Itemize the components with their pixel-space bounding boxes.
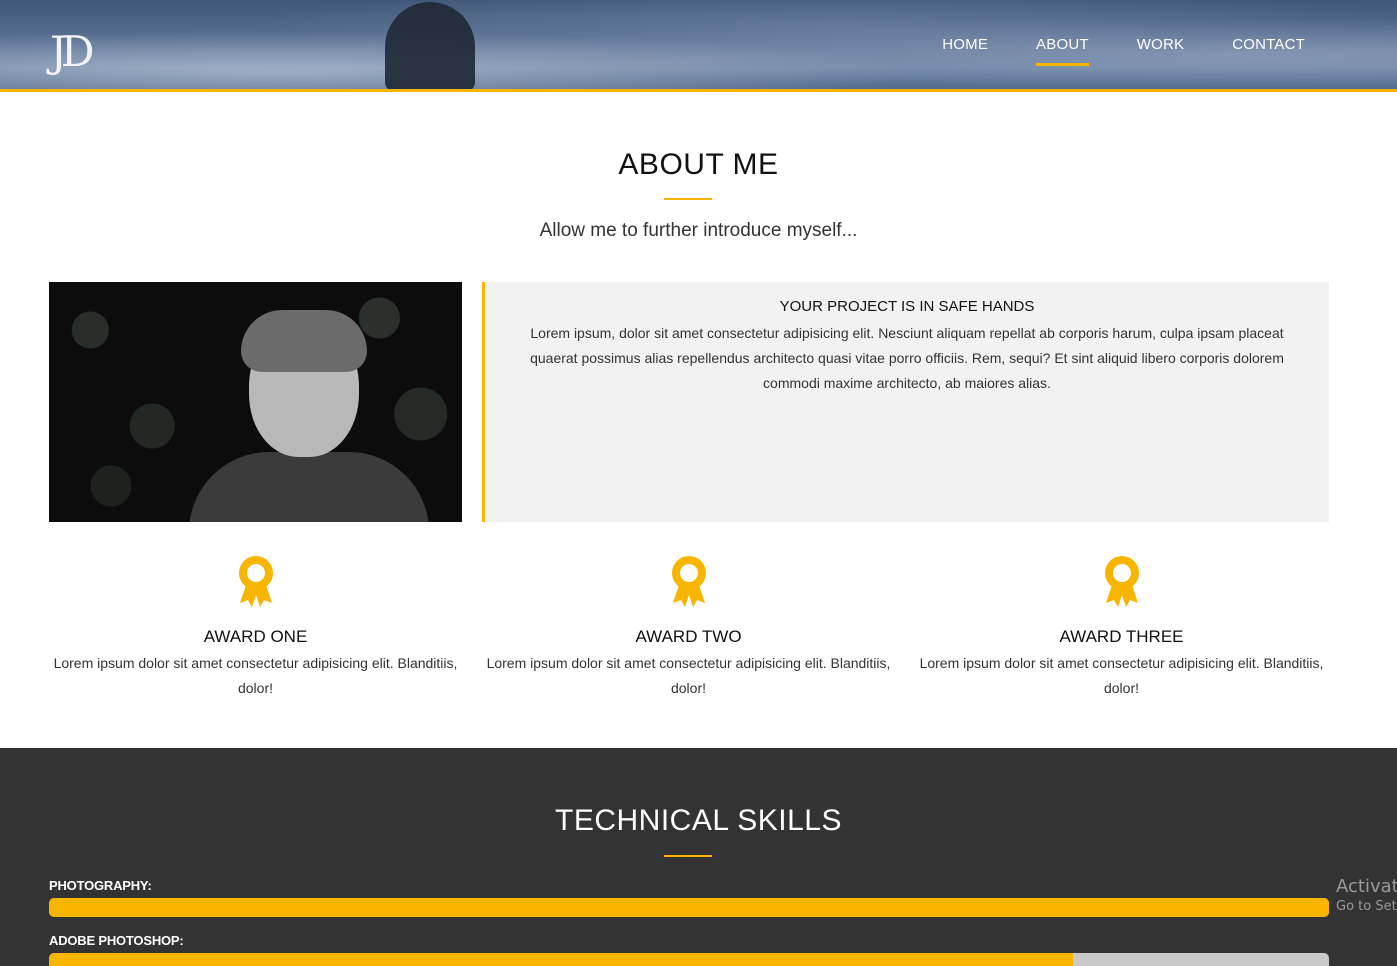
- about-title-underline: [664, 198, 712, 200]
- watermark-line-2: Go to Set: [1336, 899, 1397, 914]
- site-header: JD HOME ABOUT WORK CONTACT: [0, 0, 1397, 92]
- skill-label-photography: PHOTOGRAPHY:: [49, 878, 152, 893]
- award-one-title: AWARD ONE: [203, 627, 308, 646]
- award-two-title: AWARD TWO: [635, 627, 742, 646]
- windows-activation-watermark: Activat Go to Set: [1336, 876, 1397, 914]
- award-three-text: Lorem ipsum dolor sit amet consectetur a…: [919, 655, 1324, 696]
- profile-photo: [49, 282, 462, 522]
- award-one-text: Lorem ipsum dolor sit amet consectetur a…: [53, 655, 458, 696]
- header-person-silhouette: [385, 2, 475, 89]
- award-ribbon-icon: [1104, 556, 1139, 607]
- award-three: AWARD THREE Lorem ipsum dolor sit amet c…: [915, 555, 1328, 701]
- site-logo[interactable]: JD: [50, 26, 120, 78]
- skill-fill-photoshop: [49, 953, 1073, 966]
- nav-home[interactable]: HOME: [942, 30, 988, 66]
- award-ribbon-icon: [671, 556, 706, 607]
- about-title: ABOUT ME: [618, 148, 779, 181]
- skill-label-photoshop: ADOBE PHOTOSHOP:: [49, 933, 184, 948]
- photo-hair: [241, 310, 367, 372]
- about-card-text: Lorem ipsum, dolor sit amet consectetur …: [530, 325, 1284, 391]
- nav-contact[interactable]: CONTACT: [1232, 30, 1305, 66]
- about-card-title: YOUR PROJECT IS IN SAFE HANDS: [779, 298, 1035, 315]
- about-subtitle: Allow me to further introduce myself...: [539, 220, 858, 241]
- nav-work[interactable]: WORK: [1137, 30, 1184, 66]
- skills-title: TECHNICAL SKILLS: [555, 804, 842, 837]
- award-two: AWARD TWO Lorem ipsum dolor sit amet con…: [482, 555, 895, 701]
- skill-fill-photography: [49, 898, 1329, 917]
- award-two-text: Lorem ipsum dolor sit amet consectetur a…: [486, 655, 891, 696]
- skills-title-underline: [664, 855, 712, 857]
- award-three-title: AWARD THREE: [1059, 627, 1184, 646]
- skill-bar-photoshop: [49, 953, 1329, 966]
- about-card: YOUR PROJECT IS IN SAFE HANDS Lorem ipsu…: [482, 282, 1329, 522]
- main-nav: HOME ABOUT WORK CONTACT: [942, 30, 1305, 66]
- award-one: AWARD ONE Lorem ipsum dolor sit amet con…: [49, 555, 462, 701]
- skill-bar-photography: [49, 898, 1329, 917]
- nav-about[interactable]: ABOUT: [1036, 30, 1089, 66]
- technical-skills-section: TECHNICAL SKILLS PHOTOGRAPHY: ADOBE PHOT…: [0, 748, 1397, 966]
- award-ribbon-icon: [238, 556, 273, 607]
- watermark-line-1: Activat: [1336, 876, 1397, 897]
